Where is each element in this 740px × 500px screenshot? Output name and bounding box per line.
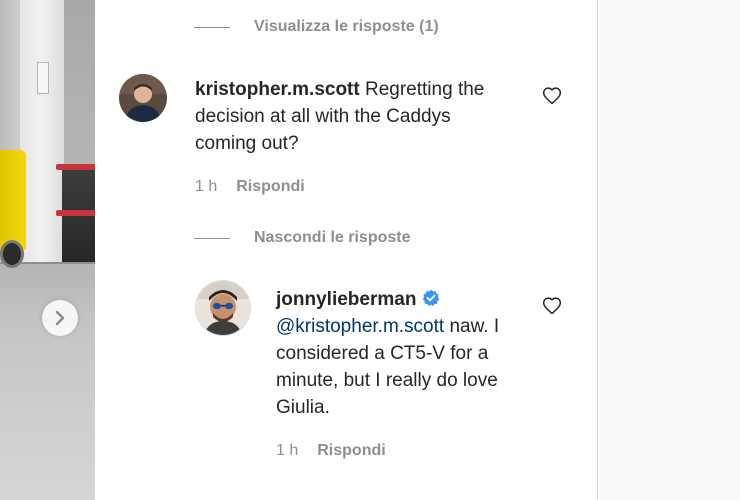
reply-username[interactable]: jonnylieberman bbox=[276, 289, 416, 310]
user-avatar-image bbox=[119, 74, 167, 122]
view-replies-label: Visualizza le risposte (1) bbox=[254, 18, 439, 35]
avatar[interactable] bbox=[195, 280, 251, 336]
photo-yellow-machine bbox=[0, 150, 26, 250]
hide-replies-label: Nascondi le risposte bbox=[254, 229, 411, 246]
comments-panel bbox=[95, 0, 598, 500]
carousel-next-button[interactable] bbox=[42, 300, 78, 336]
comment-body: kristopher.m.scott Regretting the decisi… bbox=[195, 76, 515, 157]
replies-line bbox=[194, 26, 230, 28]
hide-replies-toggle[interactable]: Nascondi le risposte bbox=[194, 229, 411, 247]
replies-line bbox=[194, 237, 230, 239]
verified-badge-icon bbox=[423, 289, 440, 306]
post-photo bbox=[0, 0, 95, 500]
photo-rail bbox=[56, 164, 95, 170]
reply-body: jonnylieberman @kristopher.m.scott naw. … bbox=[276, 286, 536, 421]
reply-meta: 1 h Rispondi bbox=[276, 442, 386, 460]
photo-rail bbox=[56, 210, 95, 216]
user-avatar-image bbox=[196, 281, 250, 335]
photo-column bbox=[20, 0, 64, 262]
chevron-right-icon bbox=[55, 310, 65, 326]
photo-cart bbox=[62, 170, 95, 265]
comment-meta: 1 h Rispondi bbox=[195, 178, 305, 196]
comment-timestamp: 1 h bbox=[195, 178, 218, 195]
reply-mention[interactable]: @kristopher.m.scott bbox=[276, 316, 444, 337]
heart-outline-icon[interactable] bbox=[542, 86, 562, 106]
comment-username[interactable]: kristopher.m.scott bbox=[195, 79, 360, 100]
reply-button[interactable]: Rispondi bbox=[236, 178, 304, 196]
page-background bbox=[598, 0, 740, 500]
reply-button[interactable]: Rispondi bbox=[317, 442, 385, 460]
view-replies-toggle[interactable]: Visualizza le risposte (1) bbox=[194, 18, 439, 36]
photo-wheel bbox=[0, 240, 24, 268]
photo-sign bbox=[37, 62, 49, 94]
avatar[interactable] bbox=[119, 74, 167, 122]
photo-floor bbox=[0, 262, 95, 500]
reply-timestamp: 1 h bbox=[276, 442, 299, 459]
heart-outline-icon[interactable] bbox=[542, 296, 562, 316]
